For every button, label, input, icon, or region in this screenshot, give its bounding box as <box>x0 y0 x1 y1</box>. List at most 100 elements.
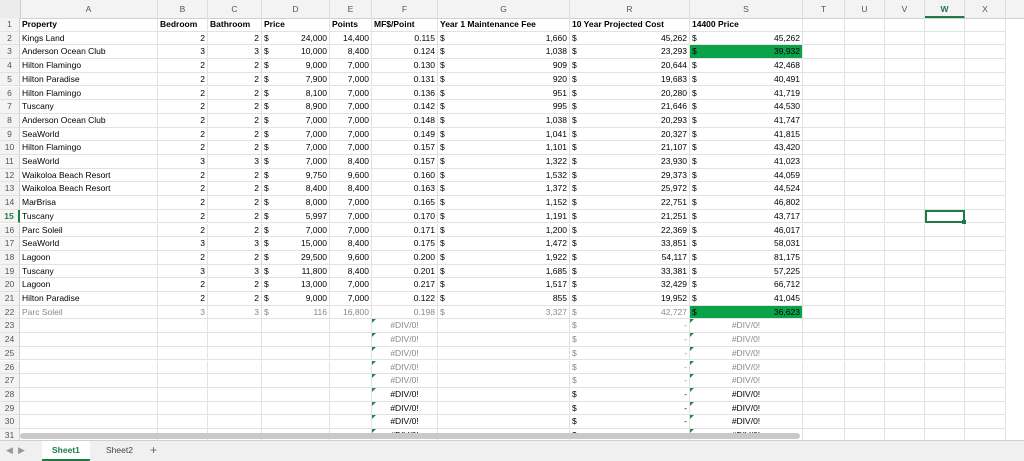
column-header-x[interactable]: X <box>965 0 1006 18</box>
maint-fee-cell[interactable]: $1,041 <box>438 127 570 142</box>
maint-fee-cell[interactable]: $1,517 <box>438 278 570 292</box>
empty-cell[interactable] <box>965 346 1006 361</box>
empty-cell[interactable] <box>845 264 885 279</box>
price-14400-error-cell[interactable]: #DIV/0! <box>690 374 803 388</box>
price-14400-error-cell[interactable]: #DIV/0! <box>690 401 803 416</box>
row-number[interactable]: 9 <box>0 127 20 142</box>
empty-cell[interactable] <box>965 319 1006 334</box>
row-number[interactable]: 18 <box>0 250 20 265</box>
empty-cell[interactable] <box>925 141 965 155</box>
price-14400-error-cell[interactable]: #DIV/0! <box>690 360 803 375</box>
empty-cell[interactable] <box>885 31 925 46</box>
bathroom-cell[interactable]: 3 <box>208 237 262 251</box>
bedroom-cell[interactable]: 2 <box>158 223 208 238</box>
maint-fee-cell[interactable]: $920 <box>438 72 570 87</box>
empty-cell[interactable] <box>208 387 262 402</box>
maint-fee-cell[interactable]: $1,532 <box>438 168 570 183</box>
column-header-u[interactable]: U <box>845 0 885 18</box>
row-number[interactable]: 15 <box>0 209 20 224</box>
row-number[interactable]: 21 <box>0 292 20 306</box>
property-cell[interactable]: Hilton Paradise <box>20 72 158 87</box>
bathroom-cell[interactable]: 2 <box>208 223 262 238</box>
price-cell[interactable]: $7,000 <box>262 223 330 238</box>
mf-point-cell[interactable]: 0.201 <box>372 264 438 279</box>
mf-point-cell[interactable]: 0.200 <box>372 250 438 265</box>
row-number[interactable]: 5 <box>0 72 20 87</box>
price-cell[interactable]: $9,750 <box>262 168 330 183</box>
empty-cell[interactable] <box>885 415 925 429</box>
points-cell[interactable]: 7,000 <box>330 100 372 114</box>
row-number[interactable]: 28 <box>0 387 20 402</box>
row-number[interactable]: 17 <box>0 237 20 251</box>
projected-cost-cell[interactable]: -$ <box>570 333 690 347</box>
empty-cell[interactable] <box>803 278 845 292</box>
price-14400-cell[interactable]: $44,530 <box>690 100 803 114</box>
points-cell[interactable]: 8,400 <box>330 264 372 279</box>
empty-cell[interactable] <box>438 415 570 429</box>
price-cell[interactable]: $9,000 <box>262 292 330 306</box>
projected-cost-cell[interactable]: -$ <box>570 415 690 429</box>
maint-fee-cell[interactable]: $3,327 <box>438 305 570 320</box>
bathroom-cell[interactable]: 2 <box>208 141 262 155</box>
empty-cell[interactable] <box>803 305 845 320</box>
empty-cell[interactable] <box>965 45 1006 60</box>
price-14400-cell[interactable]: $43,717 <box>690 209 803 224</box>
empty-cell[interactable] <box>158 360 208 375</box>
empty-cell[interactable] <box>965 31 1006 46</box>
empty-cell[interactable] <box>885 278 925 292</box>
projected-cost-cell[interactable]: -$ <box>570 401 690 416</box>
projected-cost-cell[interactable]: $20,293 <box>570 113 690 128</box>
bedroom-cell[interactable]: 3 <box>158 237 208 251</box>
empty-cell[interactable] <box>885 113 925 128</box>
price-14400-cell[interactable]: $45,262 <box>690 31 803 46</box>
bathroom-cell[interactable]: 2 <box>208 196 262 210</box>
empty-cell[interactable] <box>965 401 1006 416</box>
empty-cell[interactable] <box>885 223 925 238</box>
column-header-s[interactable]: S <box>690 0 803 18</box>
row-number[interactable]: 29 <box>0 401 20 416</box>
empty-cell[interactable] <box>885 196 925 210</box>
empty-cell[interactable] <box>845 250 885 265</box>
property-cell[interactable]: Hilton Flamingo <box>20 86 158 101</box>
row-number[interactable]: 30 <box>0 415 20 429</box>
empty-cell[interactable] <box>965 100 1006 114</box>
price-cell[interactable]: $8,100 <box>262 86 330 101</box>
projected-cost-cell[interactable]: $21,251 <box>570 209 690 224</box>
price-cell[interactable]: $29,500 <box>262 250 330 265</box>
projected-cost-cell[interactable]: $29,373 <box>570 168 690 183</box>
empty-cell[interactable] <box>925 401 965 416</box>
empty-cell[interactable] <box>262 415 330 429</box>
points-cell[interactable]: 7,000 <box>330 292 372 306</box>
mf-point-cell[interactable]: 0.170 <box>372 209 438 224</box>
row-number[interactable]: 1 <box>0 18 20 32</box>
column-header-f[interactable]: F <box>372 0 438 18</box>
empty-cell[interactable] <box>885 127 925 142</box>
empty-cell[interactable] <box>845 415 885 429</box>
empty-cell[interactable] <box>925 415 965 429</box>
empty-cell[interactable] <box>845 100 885 114</box>
empty-cell[interactable] <box>438 319 570 334</box>
empty-cell[interactable] <box>330 346 372 361</box>
price-14400-error-cell[interactable]: #DIV/0! <box>690 346 803 361</box>
header-price14400[interactable]: 14400 Price <box>690 18 803 32</box>
empty-cell[interactable] <box>208 333 262 347</box>
points-cell[interactable]: 7,000 <box>330 59 372 73</box>
column-header-v[interactable]: V <box>885 0 925 18</box>
price-14400-cell[interactable]: $36,623 <box>690 305 803 320</box>
bathroom-cell[interactable]: 3 <box>208 155 262 169</box>
bedroom-cell[interactable]: 2 <box>158 209 208 224</box>
bedroom-cell[interactable]: 2 <box>158 182 208 197</box>
bathroom-cell[interactable]: 3 <box>208 264 262 279</box>
column-header-c[interactable]: C <box>208 0 262 18</box>
bathroom-cell[interactable]: 2 <box>208 113 262 128</box>
empty-cell[interactable] <box>438 374 570 388</box>
empty-cell[interactable] <box>158 346 208 361</box>
price-14400-error-cell[interactable]: #DIV/0! <box>690 333 803 347</box>
empty-cell[interactable] <box>20 319 158 334</box>
empty-cell[interactable] <box>885 401 925 416</box>
empty-cell[interactable] <box>330 319 372 334</box>
property-cell[interactable]: Hilton Flamingo <box>20 141 158 155</box>
mf-point-error-cell[interactable]: #DIV/0! <box>372 374 438 388</box>
empty-cell[interactable] <box>208 415 262 429</box>
empty-cell[interactable] <box>845 155 885 169</box>
